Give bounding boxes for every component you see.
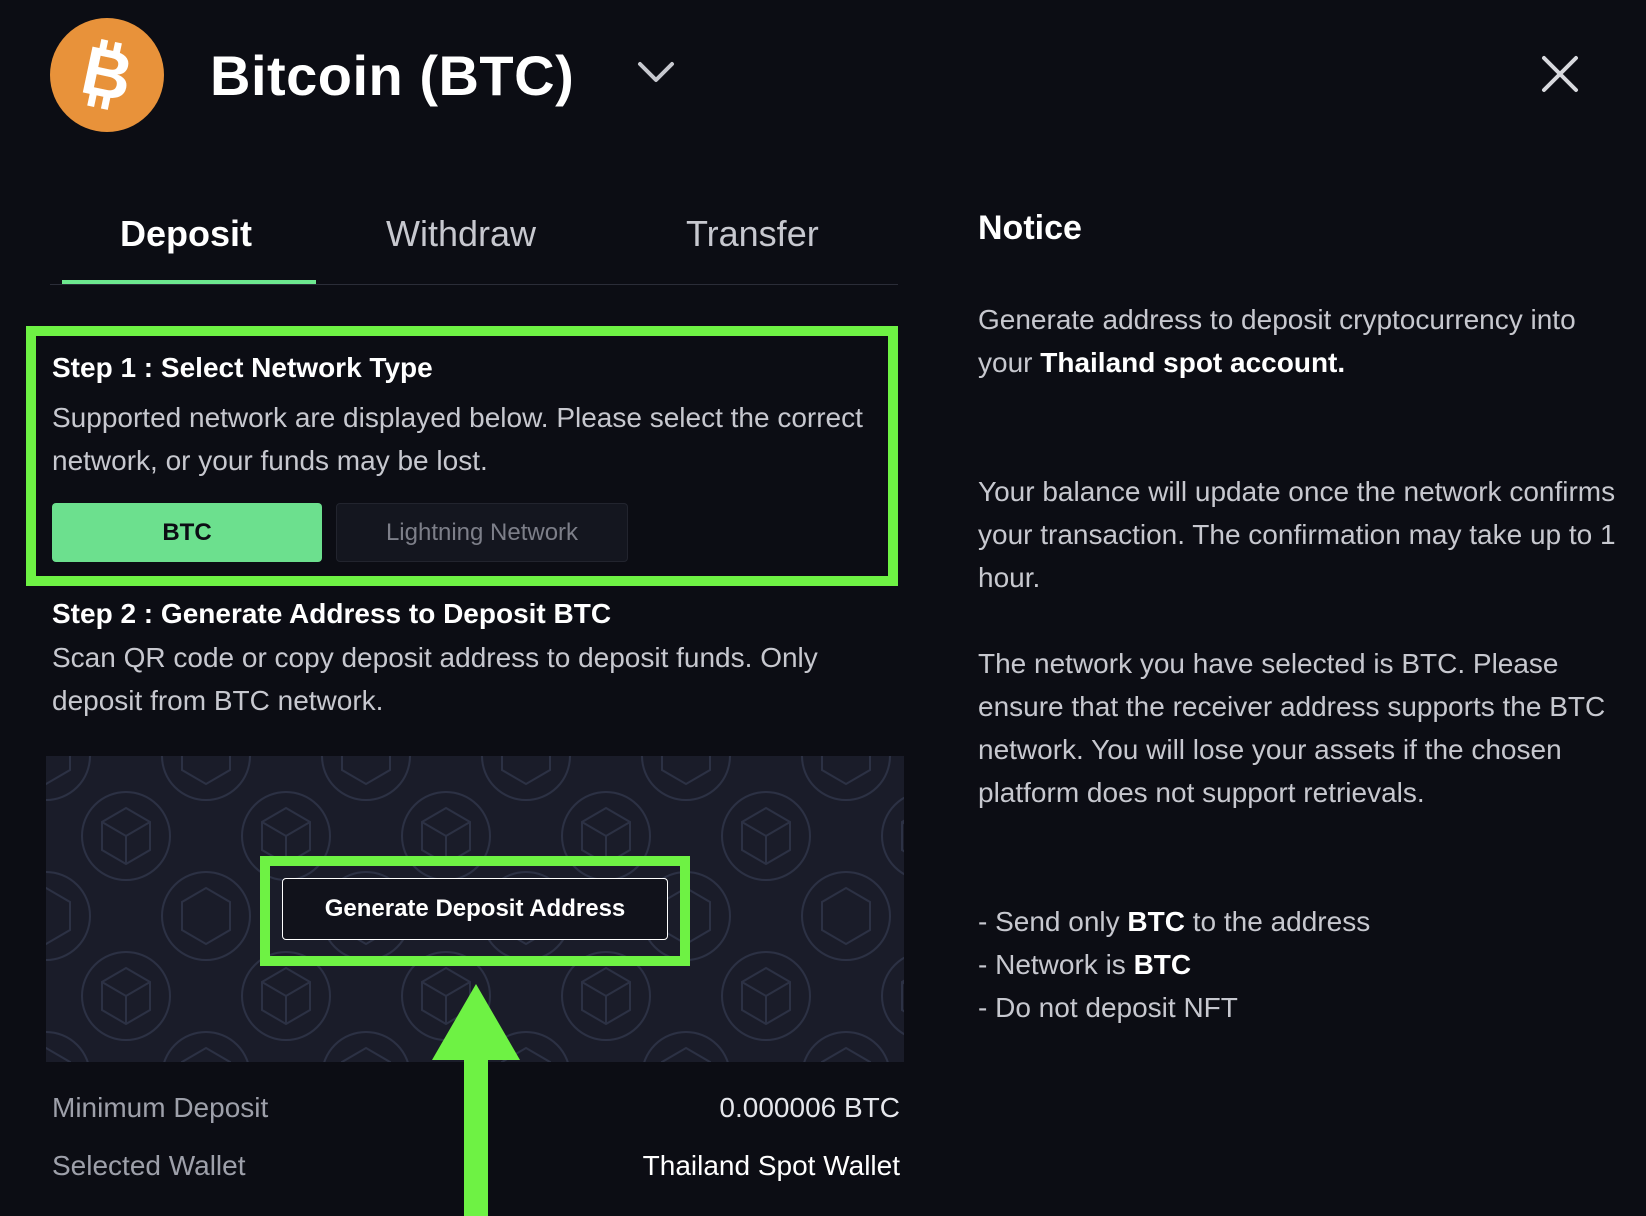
- bitcoin-logo-icon: B: [50, 18, 164, 132]
- notice-paragraph: Your balance will update once the networ…: [978, 476, 1616, 593]
- list-item-bold: BTC: [1127, 906, 1185, 937]
- network-option-lightning[interactable]: Lightning Network: [336, 503, 628, 562]
- notice-list-item: - Network is BTC: [978, 943, 1618, 986]
- notice-list-item: - Send only BTC to the address: [978, 900, 1618, 943]
- active-tab-indicator: [62, 280, 316, 284]
- step2-description: Scan QR code or copy deposit address to …: [52, 642, 818, 716]
- notice-paragraph: Generate address to deposit cryptocurren…: [978, 298, 1618, 384]
- notice-list: - Send only BTC to the address - Network…: [978, 900, 1618, 1029]
- notice-bold-text: Thailand spot account.: [1040, 347, 1346, 378]
- notice-paragraph: The network you have selected is BTC. Pl…: [978, 648, 1606, 808]
- coin-title: Bitcoin (BTC): [210, 44, 575, 107]
- notice-list-item: - Do not deposit NFT: [978, 986, 1618, 1029]
- list-item-text: - Network is: [978, 949, 1134, 980]
- pointer-arrow-icon: [432, 984, 520, 1216]
- chevron-down-icon[interactable]: [636, 58, 676, 88]
- min-deposit-value: 0.000006 BTC: [719, 1092, 900, 1123]
- min-deposit-label: Minimum Deposit: [52, 1092, 269, 1123]
- step2-title: Step 2 : Generate Address to Deposit BTC: [52, 598, 612, 629]
- list-item-text: to the address: [1184, 906, 1371, 937]
- list-item-bold: BTC: [1133, 949, 1192, 980]
- tab-deposit[interactable]: Deposit: [120, 208, 252, 260]
- network-option-btc[interactable]: BTC: [52, 503, 322, 562]
- notice-title: Notice: [978, 209, 1082, 247]
- selected-wallet-value[interactable]: Thailand Spot Wallet: [643, 1146, 900, 1186]
- list-item-text: - Do not deposit NFT: [978, 992, 1238, 1023]
- tab-withdraw[interactable]: Withdraw: [386, 208, 536, 260]
- step1-title: Step 1 : Select Network Type: [52, 352, 433, 383]
- close-icon[interactable]: [1536, 50, 1584, 98]
- tab-transfer[interactable]: Transfer: [686, 208, 819, 260]
- generate-deposit-address-button[interactable]: Generate Deposit Address: [282, 878, 668, 940]
- list-item-text: - Send only: [978, 906, 1128, 937]
- tabs-divider: [50, 284, 898, 285]
- step1-description: Supported network are displayed below. P…: [52, 402, 863, 476]
- selected-wallet-label: Selected Wallet: [52, 1150, 246, 1181]
- bitcoin-symbol-icon: B: [75, 35, 139, 115]
